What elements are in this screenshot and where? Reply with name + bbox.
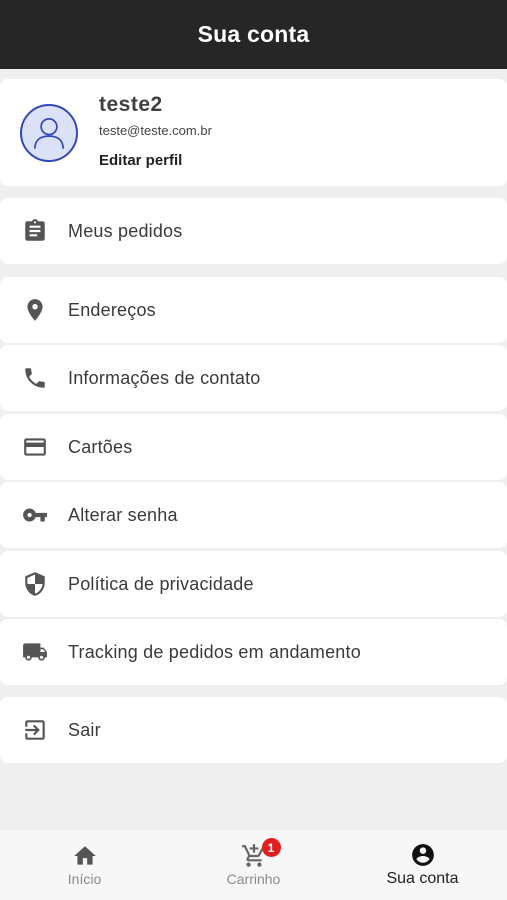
- shield-icon: [22, 571, 48, 597]
- menu-item-logout[interactable]: Sair: [0, 697, 507, 763]
- bottom-navigation: Início 1 Carrinho Sua conta: [0, 830, 507, 900]
- nav-account[interactable]: Sua conta: [338, 830, 507, 900]
- profile-email: teste@teste.com.br: [99, 123, 212, 138]
- cart-count-badge: 1: [261, 838, 281, 857]
- user-avatar-icon: [20, 104, 78, 162]
- menu-item-change-password[interactable]: Alterar senha: [0, 482, 507, 548]
- edit-profile-button[interactable]: Editar perfil: [99, 152, 212, 169]
- account-circle-icon: [411, 844, 434, 866]
- location-pin-icon: [22, 297, 48, 323]
- profile-card: teste2 teste@teste.com.br Editar perfil: [0, 79, 507, 186]
- menu-item-privacy[interactable]: Política de privacidade: [0, 551, 507, 617]
- nav-home[interactable]: Início: [0, 830, 169, 900]
- menu-item-addresses[interactable]: Endereços: [0, 277, 507, 343]
- nav-home-label: Início: [67, 871, 102, 887]
- nav-account-label: Sua conta: [386, 870, 459, 887]
- truck-icon: [22, 639, 48, 665]
- home-icon: [73, 846, 96, 865]
- nav-cart[interactable]: 1 Carrinho: [169, 830, 338, 900]
- credit-card-icon: [22, 434, 48, 460]
- menu-item-label: Meus pedidos: [68, 220, 183, 241]
- app-header: Sua conta: [0, 0, 507, 69]
- clipboard-icon: [22, 218, 48, 244]
- profile-info: teste2 teste@teste.com.br Editar perfil: [99, 93, 212, 169]
- phone-icon: [22, 365, 48, 391]
- exit-icon: [22, 717, 48, 743]
- menu-item-label: Cartões: [68, 436, 133, 457]
- key-icon: [22, 502, 48, 528]
- menu-item-label: Política de privacidade: [68, 573, 254, 594]
- nav-cart-label: Carrinho: [226, 871, 281, 887]
- menu-item-label: Endereços: [68, 299, 156, 320]
- menu-item-cards[interactable]: Cartões: [0, 414, 507, 480]
- profile-name: teste2: [99, 93, 163, 116]
- menu-item-label: Alterar senha: [68, 504, 178, 525]
- menu-item-label: Sair: [68, 719, 101, 740]
- menu-item-label: Informações de contato: [68, 367, 261, 388]
- menu-item-tracking[interactable]: Tracking de pedidos em andamento: [0, 619, 507, 685]
- menu-item-label: Tracking de pedidos em andamento: [68, 641, 361, 662]
- menu-item-contact[interactable]: Informações de contato: [0, 345, 507, 411]
- app-root: Sua conta teste2 teste@teste.com.br Edit…: [0, 0, 507, 900]
- page-title: Sua conta: [197, 21, 310, 47]
- menu-item-orders[interactable]: Meus pedidos: [0, 198, 507, 264]
